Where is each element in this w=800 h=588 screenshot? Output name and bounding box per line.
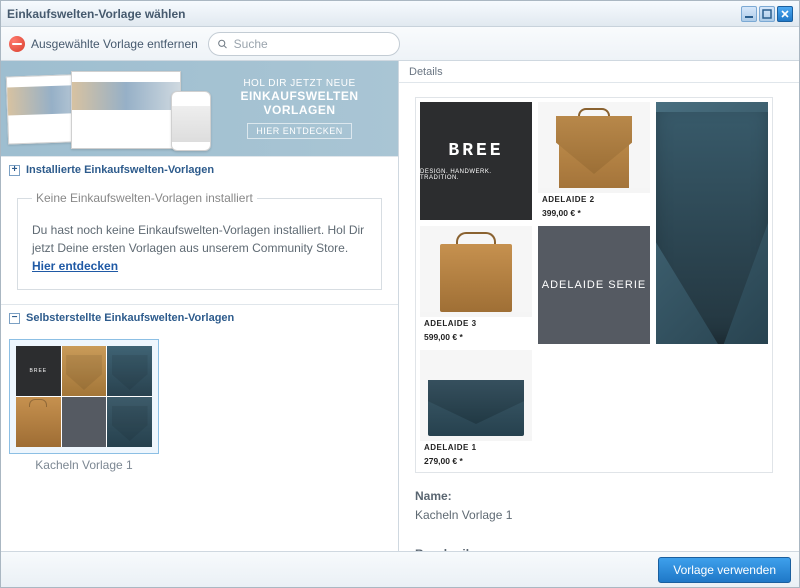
dialog-footer: Vorlage verwenden: [1, 551, 799, 587]
dialog-window: Einkaufswelten-Vorlage wählen Ausgewählt…: [0, 0, 800, 588]
banner-cta[interactable]: HIER ENTDECKEN: [247, 123, 352, 139]
empty-legend: Keine Einkaufswelten-Vorlagen installier…: [32, 191, 257, 205]
promo-banner[interactable]: HOL DIR JETZT NEUE EINKAUFSWELTEN VORLAG…: [1, 61, 398, 156]
search-field[interactable]: [208, 32, 400, 56]
maximize-button[interactable]: [759, 6, 775, 22]
section-installed-title: Installierte Einkaufswelten-Vorlagen: [26, 164, 214, 176]
remove-icon: [9, 36, 25, 52]
preview-tile-product: ADELAIDE 1 279,00 € *: [420, 350, 532, 468]
close-button[interactable]: [777, 6, 793, 22]
window-title: Einkaufswelten-Vorlage wählen: [7, 7, 741, 21]
details-meta: Name: Kacheln Vorlage 1 Beschreibung: Ei…: [415, 487, 783, 551]
template-item-label: Kacheln Vorlage 1: [9, 458, 159, 472]
remove-template-button[interactable]: Ausgewählte Vorlage entfernen: [9, 36, 198, 52]
details-panel: Details BREE DESIGN. HANDWERK. TRADITION…: [399, 61, 799, 551]
section-installed-header[interactable]: + Installierte Einkaufswelten-Vorlagen: [1, 157, 398, 183]
dialog-body: HOL DIR JETZT NEUE EINKAUFSWELTEN VORLAG…: [1, 61, 799, 551]
preview-tile-logo: BREE DESIGN. HANDWERK. TRADITION.: [420, 102, 532, 220]
search-icon: [217, 38, 228, 50]
left-panel: HOL DIR JETZT NEUE EINKAUFSWELTEN VORLAG…: [1, 61, 399, 551]
preview-tile-serie: ADELAIDE SERIE: [538, 226, 650, 344]
titlebar: Einkaufswelten-Vorlage wählen: [1, 1, 799, 27]
template-thumbnail: BREE: [9, 339, 159, 454]
preview-tile-product: ADELAIDE 2 399,00 € *: [538, 102, 650, 220]
custom-template-list: BREE Kacheln Vorlage 1: [1, 331, 398, 480]
apply-template-button[interactable]: Vorlage verwenden: [658, 557, 791, 583]
remove-template-label: Ausgewählte Vorlage entfernen: [31, 37, 198, 51]
empty-message: Du hast noch keine Einkaufswelten-Vorlag…: [32, 221, 367, 275]
expand-icon: +: [9, 165, 20, 176]
section-custom-header[interactable]: − Selbsterstellte Einkaufswelten-Vorlage…: [1, 305, 398, 331]
collapse-icon: −: [9, 313, 20, 324]
preview-tile-large: [656, 102, 768, 344]
window-controls: [741, 6, 793, 22]
details-heading: Details: [399, 61, 799, 83]
section-custom-title: Selbsterstellte Einkaufswelten-Vorlagen: [26, 312, 234, 324]
section-installed: + Installierte Einkaufswelten-Vorlagen K…: [1, 156, 398, 304]
details-body: BREE DESIGN. HANDWERK. TRADITION. ADELAI…: [399, 83, 799, 551]
banner-text: HOL DIR JETZT NEUE EINKAUFSWELTEN VORLAG…: [201, 61, 398, 156]
banner-screenshots: [1, 61, 201, 156]
section-custom: − Selbsterstellte Einkaufswelten-Vorlage…: [1, 304, 398, 480]
details-name-label: Name:: [415, 489, 452, 503]
minimize-button[interactable]: [741, 6, 757, 22]
preview-tile-product: ADELAIDE 3 599,00 € *: [420, 226, 532, 344]
toolbar: Ausgewählte Vorlage entfernen: [1, 27, 799, 61]
template-item[interactable]: BREE Kacheln Vorlage 1: [9, 339, 159, 472]
installed-empty-state: Keine Einkaufswelten-Vorlagen installier…: [17, 191, 382, 290]
search-input[interactable]: [234, 37, 391, 51]
details-name-value: Kacheln Vorlage 1: [415, 508, 512, 522]
discover-link[interactable]: Hier entdecken: [32, 259, 118, 273]
template-preview: BREE DESIGN. HANDWERK. TRADITION. ADELAI…: [415, 97, 773, 473]
